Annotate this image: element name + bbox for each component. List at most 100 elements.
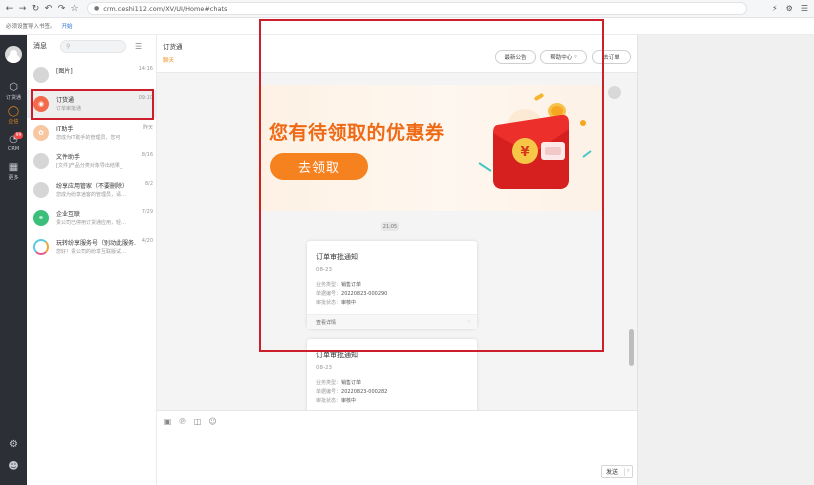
claim-coupon-button[interactable]: 去领取 xyxy=(270,153,368,180)
folder-icon[interactable]: ◫ xyxy=(193,417,202,426)
image-icon[interactable]: ▣ xyxy=(163,417,172,426)
message-area[interactable]: 您有待领取的优惠券 去领取 ¥ 21:05 订单审批通知 08-23 业务类型：… xyxy=(157,73,637,445)
conversation-time: 8/2 xyxy=(144,181,153,187)
card-title: 订单审批通知 xyxy=(316,351,358,359)
nav-label: 订货通 xyxy=(5,95,21,101)
conversation-name: 订货通 xyxy=(56,97,75,104)
it-helper-logo-icon: ✿ xyxy=(33,125,49,141)
coupon-banner[interactable]: 您有待领取的优惠券 去领取 ¥ xyxy=(257,85,602,211)
card-row-status: 审批状态：审核中 xyxy=(316,299,356,306)
dinghuotong-logo-icon: ◉ xyxy=(33,96,49,112)
message-scrollbar[interactable] xyxy=(629,329,634,366)
conversation-item[interactable]: 玩转纷享服务号（别动此服务… 您好！贵公司的纷享互联版试… 4/20 xyxy=(27,233,157,261)
list-menu-icon[interactable]: ☰ xyxy=(135,42,142,51)
order-approval-card[interactable]: 订单审批通知 08-23 业务类型：销售订单 单据编号：20220823-000… xyxy=(307,241,477,329)
settings-button[interactable]: ⚙ xyxy=(0,439,27,451)
search-input[interactable]: ⚲ xyxy=(60,39,126,53)
conversation-time: 14:16 xyxy=(138,66,153,72)
tab-chat[interactable]: 聊天 xyxy=(163,56,174,64)
announcement-label: 最新公告 xyxy=(504,55,527,61)
user-avatar[interactable] xyxy=(5,46,22,63)
nav-item-crm[interactable]: ◔ 99 CRM xyxy=(0,132,27,152)
avatar xyxy=(33,182,49,198)
chevron-down-icon[interactable]: ▿ xyxy=(627,468,630,474)
card-row-value: 销售订单 xyxy=(341,282,362,288)
view-details-link[interactable]: 查看详情 › xyxy=(307,314,477,329)
card-row-business-type: 业务类型：销售订单 xyxy=(316,281,361,288)
order-button[interactable]: 去订单 xyxy=(592,50,631,64)
conversation-list-title: 消息 xyxy=(33,42,47,50)
announcement-button[interactable]: 最新公告 xyxy=(495,50,536,64)
message-composer[interactable]: ▣ ℗ ◫ ☺ 发送 ▿ xyxy=(157,410,637,485)
conversation-item[interactable]: [图片] 14:16 xyxy=(27,61,157,89)
conversation-time: 7/29 xyxy=(141,209,153,215)
conversation-item[interactable]: ✿ IT助手 您成为IT助手的管理员，您可 昨天 xyxy=(27,119,157,147)
chat-header: 订货通 聊天 最新公告 帮助中心 ▿ 去订单 xyxy=(157,35,637,73)
conversation-snippet: 贵公司已停用订货通应用，轻… xyxy=(56,220,127,226)
conversation-name: 玩转纷享服务号（别动此服务… xyxy=(56,240,136,247)
bookmarks-bar: 必须设置导入书签。 开始 xyxy=(0,18,814,35)
send-label: 发送 xyxy=(606,469,619,476)
conversation-snippet: 您成为纷享逍客的管理员，请… xyxy=(56,192,127,198)
card-row-label: 单据编号： xyxy=(316,389,342,395)
chat-bubble-icon: ◯ xyxy=(7,106,20,117)
svg-text:¥: ¥ xyxy=(520,145,529,160)
conversation-list: 消息 ⚲ ☰ [图片] 14:16 ◉ 订货通 订单审批通 09:10 ✿ IT… xyxy=(27,35,157,485)
redo-icon[interactable]: ↷ xyxy=(55,2,68,16)
back-icon[interactable]: ← xyxy=(3,2,16,16)
conversation-snippet: 您成为IT助手的管理员，您可 xyxy=(56,135,121,141)
contacts-button[interactable]: ☻ xyxy=(0,461,27,473)
lightning-icon[interactable]: ⚡ xyxy=(772,4,778,13)
help-center-button[interactable]: 帮助中心 ▿ xyxy=(540,50,587,64)
send-button[interactable]: 发送 ▿ xyxy=(601,465,633,478)
bookmark-star-icon[interactable]: ☆ xyxy=(68,2,81,16)
address-bar[interactable]: ● crm.ceshi112.com/XV/UI/Home#chats xyxy=(87,2,747,15)
card-date: 08-23 xyxy=(316,267,332,273)
undo-icon[interactable]: ↶ xyxy=(42,2,55,16)
card-row-value: 审核中 xyxy=(341,398,357,404)
conversation-name: IT助手 xyxy=(56,126,74,133)
extension-icon[interactable]: ⚙ xyxy=(786,4,793,13)
avatar xyxy=(33,67,49,83)
bookmarks-import-link[interactable]: 开始 xyxy=(62,22,73,30)
conversation-name: 企业互联 xyxy=(56,211,81,218)
card-row-business-type: 业务类型：销售订单 xyxy=(316,379,361,386)
emoji-icon[interactable]: ☺ xyxy=(208,417,217,426)
conversation-name: [图片] xyxy=(56,68,73,75)
conversation-item-dinghuotong[interactable]: ◉ 订货通 订单审批通 09:10 xyxy=(27,90,157,118)
browser-toolbar: ← → ↻ ↶ ↷ ☆ ● crm.ceshi112.com/XV/UI/Hom… xyxy=(0,0,814,18)
conversation-time: 8/16 xyxy=(141,152,153,158)
conversation-item[interactable]: 文件助手 [文件]产品分类对象导出结果_ 8/16 xyxy=(27,147,157,175)
card-row-label: 业务类型： xyxy=(316,380,342,386)
chevron-right-icon: › xyxy=(468,319,470,325)
app-sidebar: ⬡ 订货通 ◯ 企信 ◔ 99 CRM ▦ 更多 ⚙ ☻ xyxy=(0,35,27,485)
browser-menu-icon[interactable]: ☰ xyxy=(801,4,808,13)
reload-icon[interactable]: ↻ xyxy=(29,2,42,16)
conversation-list-header: 消息 ⚲ ☰ xyxy=(27,35,156,57)
order-approval-card[interactable]: 订单审批通知 08-23 业务类型：销售订单 单据编号：20220823-000… xyxy=(307,339,477,419)
card-row-value: 销售订单 xyxy=(341,380,362,386)
gear-icon: ⚙ xyxy=(9,439,18,450)
card-date: 08-23 xyxy=(316,365,332,371)
card-row-label: 审批状态： xyxy=(316,398,342,404)
grid-icon: ▦ xyxy=(8,162,19,173)
forward-icon[interactable]: → xyxy=(16,2,29,16)
nav-item-qixin[interactable]: ◯ 企信 xyxy=(0,106,27,125)
nav-item-more[interactable]: ▦ 更多 xyxy=(0,162,27,181)
url-text: crm.ceshi112.com/XV/UI/Home#chats xyxy=(103,4,228,13)
conversation-time: 09:10 xyxy=(138,95,153,101)
conversation-item[interactable]: ⚭ 企业互联 贵公司已停用订货通应用，轻… 7/29 xyxy=(27,204,157,232)
nav-item-dinghuotong[interactable]: ⬡ 订货通 xyxy=(0,82,27,101)
conversation-name: 文件助手 xyxy=(56,154,81,161)
card-row-label: 审批状态： xyxy=(316,300,342,306)
conversation-item[interactable]: 纷享应用管家（不要删除） 您成为纷享逍客的管理员，请… 8/2 xyxy=(27,176,157,204)
cube-icon: ⬡ xyxy=(9,82,18,93)
conversation-time: 昨天 xyxy=(142,125,153,131)
chat-title: 订货通 xyxy=(163,43,183,51)
message-time: 21:05 xyxy=(381,222,399,231)
card-title: 订单审批通知 xyxy=(316,253,358,261)
attachment-icon[interactable]: ℗ xyxy=(178,417,187,426)
nav-label: 更多 xyxy=(8,175,19,181)
conversation-snippet: 订单审批通 xyxy=(56,106,82,112)
red-envelope-illustration: ¥ xyxy=(478,93,592,189)
